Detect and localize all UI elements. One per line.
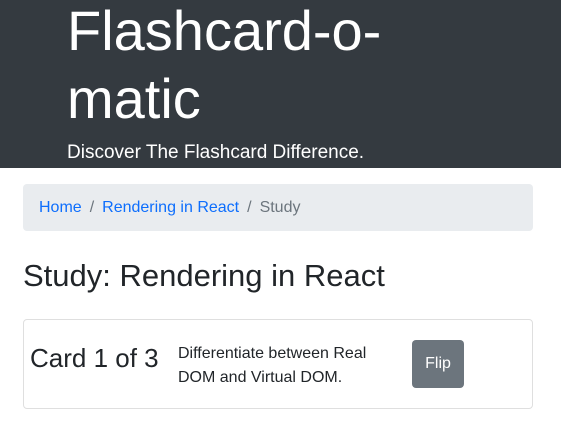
card-front-text: Differentiate between Real DOM and Virtu…: [178, 345, 367, 386]
breadcrumb-separator: /: [89, 198, 95, 216]
app-subtitle: Discover The Flashcard Difference.: [67, 142, 365, 163]
card-counter: Card 1 of 3: [30, 343, 159, 373]
page-title: Study: Rendering in React: [23, 258, 385, 293]
breadcrumb-deck-link[interactable]: Rendering in React: [102, 199, 239, 217]
breadcrumb-home-link[interactable]: Home: [39, 199, 82, 217]
breadcrumb-current: Study: [259, 198, 301, 216]
flip-button[interactable]: Flip: [412, 340, 464, 388]
flashcard: Card 1 of 3 Differentiate between Real D…: [23, 319, 533, 409]
app-title: Flashcard-o-matic: [67, 0, 382, 130]
breadcrumb: Home / Rendering in React / Study: [23, 184, 533, 231]
breadcrumb-separator: /: [247, 198, 252, 216]
site-header: Flashcard-o-matic Discover The Flashcard…: [0, 0, 561, 168]
